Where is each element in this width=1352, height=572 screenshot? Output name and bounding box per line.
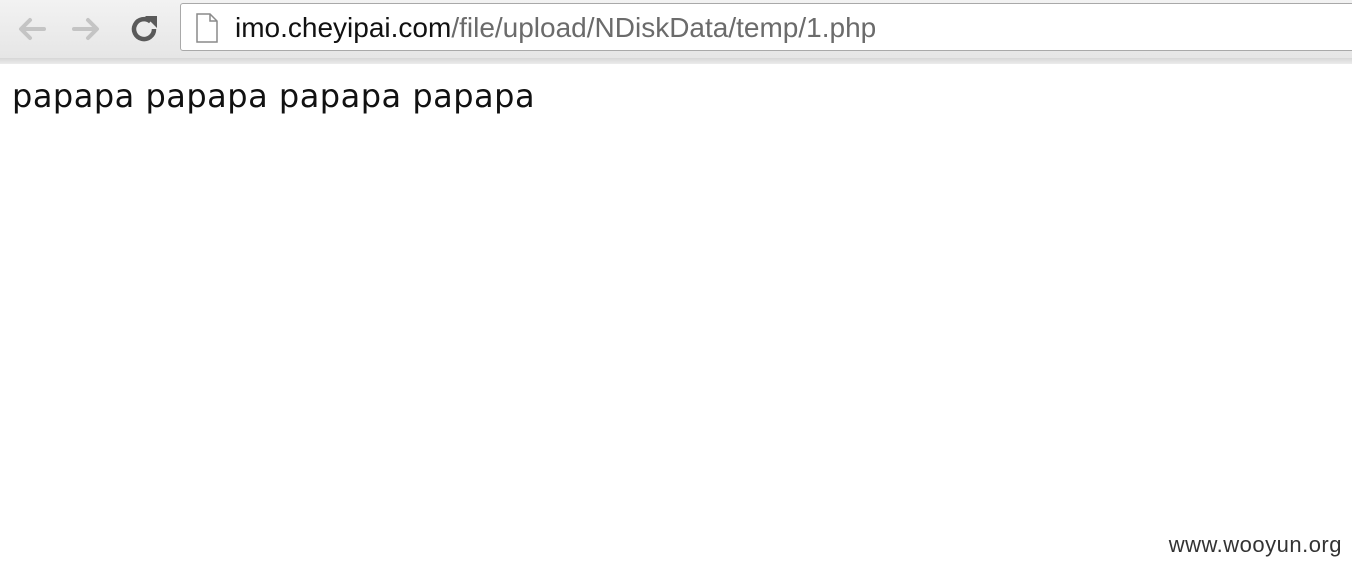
back-arrow-icon (19, 18, 46, 40)
url-path: /file/upload/NDiskData/temp/1.php (451, 12, 877, 43)
forward-button[interactable] (66, 9, 106, 49)
browser-toolbar: imo.cheyipai.com/file/upload/NDiskData/t… (0, 0, 1352, 59)
page-body-text: papapa papapa papapa papapa (12, 77, 536, 115)
reload-icon (131, 16, 157, 42)
reload-button[interactable] (124, 9, 164, 49)
address-bar[interactable]: imo.cheyipai.com/file/upload/NDiskData/t… (180, 3, 1352, 51)
back-button[interactable] (12, 9, 52, 49)
forward-arrow-icon (72, 18, 99, 40)
toolbar-divider (0, 58, 1352, 64)
url-text[interactable]: imo.cheyipai.com/file/upload/NDiskData/t… (235, 13, 876, 43)
url-host: imo.cheyipai.com (235, 12, 452, 43)
watermark: www.wooyun.org (1168, 532, 1342, 557)
page-icon (196, 13, 218, 43)
